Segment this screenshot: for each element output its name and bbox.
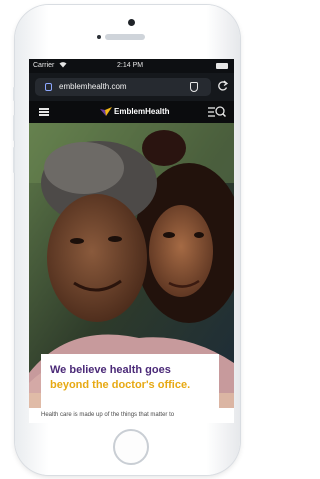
hero-body-text: Health care is made up of the things tha… [41,412,175,418]
logo-text: EmblemHealth [114,107,170,116]
volume-down-button [13,147,15,173]
hero-heading-line2: beyond the doctor's office. [50,379,191,391]
earpiece-speaker [105,34,145,40]
url-field[interactable]: emblemhealth.com [35,78,211,96]
browser-address-bar: emblemhealth.com [29,73,234,101]
url-text: emblemhealth.com [59,82,127,91]
battery-icon [216,63,228,69]
logo-mark-icon [100,107,112,116]
status-time: 2:14 PM [117,62,144,69]
reload-icon[interactable] [217,79,229,97]
hero-heading-line1: We believe health goes [50,364,171,376]
search-menu-icon[interactable] [208,105,226,119]
home-button[interactable] [113,429,149,465]
mute-switch [13,87,15,101]
site-header: EmblemHealth [29,101,234,123]
shield-icon[interactable] [190,82,198,92]
hamburger-menu-icon[interactable] [39,108,49,116]
lock-icon [45,83,52,91]
carrier-label: Carrier [33,62,55,69]
proximity-sensor [97,35,101,39]
front-camera [128,19,135,26]
volume-up-button [13,115,15,141]
status-bar: Carrier 2:14 PM [29,59,234,73]
phone-screen: Carrier 2:14 PM emblemhealth.com EmblemH… [29,59,234,423]
wifi-icon [59,61,67,70]
hero-message-card: We believe health goes beyond the doctor… [41,354,219,410]
